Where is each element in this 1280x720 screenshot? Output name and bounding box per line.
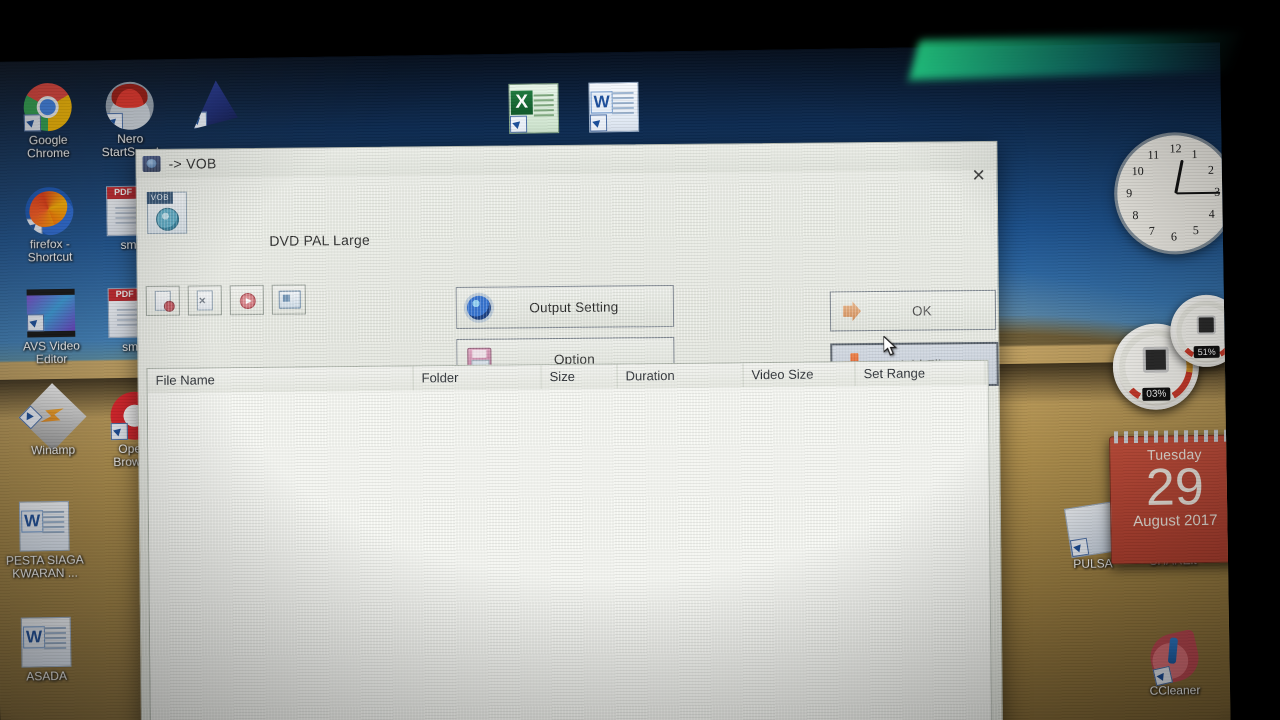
desktop-icon-video-converter-wizard[interactable] bbox=[170, 80, 257, 132]
clock-numeral: 9 bbox=[1126, 186, 1133, 201]
video-converter-wizard-icon bbox=[189, 80, 238, 129]
desktop-icon-ccleaner[interactable]: CCleaner bbox=[1131, 628, 1218, 698]
column-header-set-range[interactable]: Set Range bbox=[855, 360, 986, 387]
shortcut-arrow-icon bbox=[25, 218, 43, 236]
desktop-icon-excel-shortcut[interactable] bbox=[490, 83, 577, 137]
shortcut-arrow-icon bbox=[105, 112, 124, 131]
clock-numeral: 1 bbox=[1191, 146, 1198, 162]
desktop-icon-word-shortcut[interactable] bbox=[570, 81, 657, 136]
clock-numeral: 7 bbox=[1148, 223, 1155, 238]
desktop-icon-label: Winamp bbox=[30, 442, 76, 458]
ccleaner-icon bbox=[1145, 628, 1204, 687]
cpu-chip-icon bbox=[1142, 346, 1170, 374]
desktop-icon-avs-video-editor[interactable]: AVS Video Editor bbox=[8, 288, 95, 366]
play-circle-icon bbox=[239, 292, 256, 310]
output-setting-button[interactable]: Output Setting bbox=[455, 284, 675, 330]
clock-numeral: 5 bbox=[1192, 223, 1199, 238]
column-header-duration[interactable]: Duration bbox=[617, 363, 744, 389]
vob-file-icon: VOB bbox=[146, 191, 188, 234]
clock-numeral: 4 bbox=[1208, 206, 1215, 221]
desktop-icon-word-document[interactable]: PESTA SIAGAKWARAN ... bbox=[1, 500, 88, 581]
output-preset-label: DVD PAL Large bbox=[269, 231, 371, 249]
clock-numeral: 8 bbox=[1132, 207, 1139, 223]
ram-chip-icon bbox=[1196, 315, 1216, 335]
clock-numeral: 3 bbox=[1214, 184, 1221, 199]
globe-settings-icon bbox=[466, 295, 492, 320]
desktop-icon-nero[interactable]: Nero StartSmart bbox=[86, 81, 173, 159]
desktop-icon-label: Shortcut bbox=[27, 249, 73, 265]
calendar-rings bbox=[1113, 429, 1231, 444]
clock-numeral: 6 bbox=[1170, 229, 1177, 244]
calendar-month-year: August 2017 bbox=[1133, 511, 1218, 531]
desktop-icon-chrome[interactable]: Google Chrome bbox=[4, 82, 91, 160]
desktop-icon-winamp[interactable]: Winamp bbox=[9, 383, 96, 458]
shortcut-arrow-icon bbox=[26, 314, 45, 332]
column-header-folder[interactable]: Folder bbox=[413, 365, 542, 391]
dialog-top-area: VOB DVD PAL Large × Output Setting Optio… bbox=[137, 170, 999, 388]
shortcut-arrow-icon bbox=[23, 114, 42, 132]
clock-numeral: 12 bbox=[1169, 141, 1182, 156]
nero-icon bbox=[105, 81, 155, 131]
remove-badge-icon bbox=[163, 300, 175, 312]
file-list[interactable]: File Name Folder Size Duration Video Size Set… bbox=[146, 359, 993, 720]
clock-hour-hand bbox=[1174, 159, 1184, 194]
clock-numeral: 11 bbox=[1147, 147, 1160, 162]
clock-numeral: 10 bbox=[1131, 163, 1144, 179]
shortcut-arrow-icon bbox=[18, 405, 43, 430]
shortcut-arrow-icon bbox=[190, 112, 207, 129]
shortcut-arrow-icon bbox=[589, 114, 608, 132]
x-badge-icon: × bbox=[198, 293, 206, 308]
avs-video-editor-icon bbox=[26, 288, 76, 338]
winamp-icon bbox=[18, 383, 87, 451]
vob-icon-tag: VOB bbox=[146, 191, 173, 204]
screenshot-root: GoogleChromeNeroStartSmart firefox -Short… bbox=[0, 0, 1280, 720]
vob-converter-dialog: -> VOB ✕ VOB DVD PAL Large × Output Sett… bbox=[135, 140, 1004, 720]
column-header-size[interactable]: Size bbox=[541, 364, 618, 390]
ok-icon-wrap bbox=[831, 301, 875, 321]
desktop-icon-label: ASADA bbox=[26, 668, 68, 684]
preview-button[interactable] bbox=[271, 284, 306, 315]
shortcut-arrow-icon bbox=[110, 422, 128, 441]
arrow-right-icon bbox=[841, 301, 865, 321]
clock-gadget[interactable]: 12 1 2 3 4 5 6 7 8 9 10 11 bbox=[1116, 134, 1231, 253]
word-document-icon bbox=[18, 500, 70, 552]
play-button[interactable] bbox=[229, 284, 264, 316]
desktop-icon-firefox[interactable]: firefox - Shortcut bbox=[6, 186, 93, 264]
desktop-icon-label: KWARAN ... bbox=[12, 565, 78, 581]
desktop-icon-label: Editor bbox=[35, 351, 68, 367]
vob-disc-glyph bbox=[155, 207, 180, 231]
preview-screen-icon bbox=[278, 290, 301, 309]
ok-button[interactable]: OK bbox=[829, 289, 997, 332]
clock-minute-hand bbox=[1175, 191, 1220, 195]
desktop-icon-word-document[interactable]: ASADA bbox=[3, 616, 90, 684]
app-icon bbox=[142, 155, 161, 173]
ram-meter-value: 51% bbox=[1193, 345, 1220, 359]
column-header-file-name[interactable]: File Name bbox=[147, 366, 414, 393]
output-setting-icon-wrap bbox=[457, 295, 501, 320]
output-setting-label: Output Setting bbox=[529, 298, 619, 315]
clear-list-button[interactable]: × bbox=[187, 285, 222, 316]
file-mini-toolbar: × bbox=[145, 284, 306, 317]
cpu-meter-value: 03% bbox=[1142, 387, 1171, 401]
monitor-screen: GoogleChromeNeroStartSmart firefox -Short… bbox=[0, 42, 1231, 720]
shortcut-arrow-icon bbox=[509, 115, 528, 133]
word-document-icon bbox=[20, 616, 72, 668]
excel-shortcut-icon bbox=[508, 83, 560, 134]
shortcut-arrow-icon bbox=[1069, 537, 1090, 558]
mouse-cursor bbox=[883, 335, 898, 356]
clock-numeral: 2 bbox=[1207, 162, 1215, 177]
dialog-title: -> VOB bbox=[168, 155, 217, 172]
file-list-body[interactable] bbox=[147, 384, 992, 720]
column-header-video-size[interactable]: Video Size bbox=[743, 362, 856, 388]
chrome-icon bbox=[23, 82, 73, 132]
desktop-icon-label: Chrome bbox=[26, 145, 70, 161]
remove-file-button[interactable] bbox=[145, 285, 180, 317]
word-shortcut-icon bbox=[588, 81, 640, 133]
calendar-gadget[interactable]: Tuesday 29 August 2017 bbox=[1109, 429, 1231, 565]
desktop-icon-label: CCleaner bbox=[1149, 683, 1201, 698]
calendar-day: 29 bbox=[1145, 457, 1205, 517]
ok-label: OK bbox=[911, 302, 932, 319]
firefox-icon bbox=[24, 186, 74, 236]
